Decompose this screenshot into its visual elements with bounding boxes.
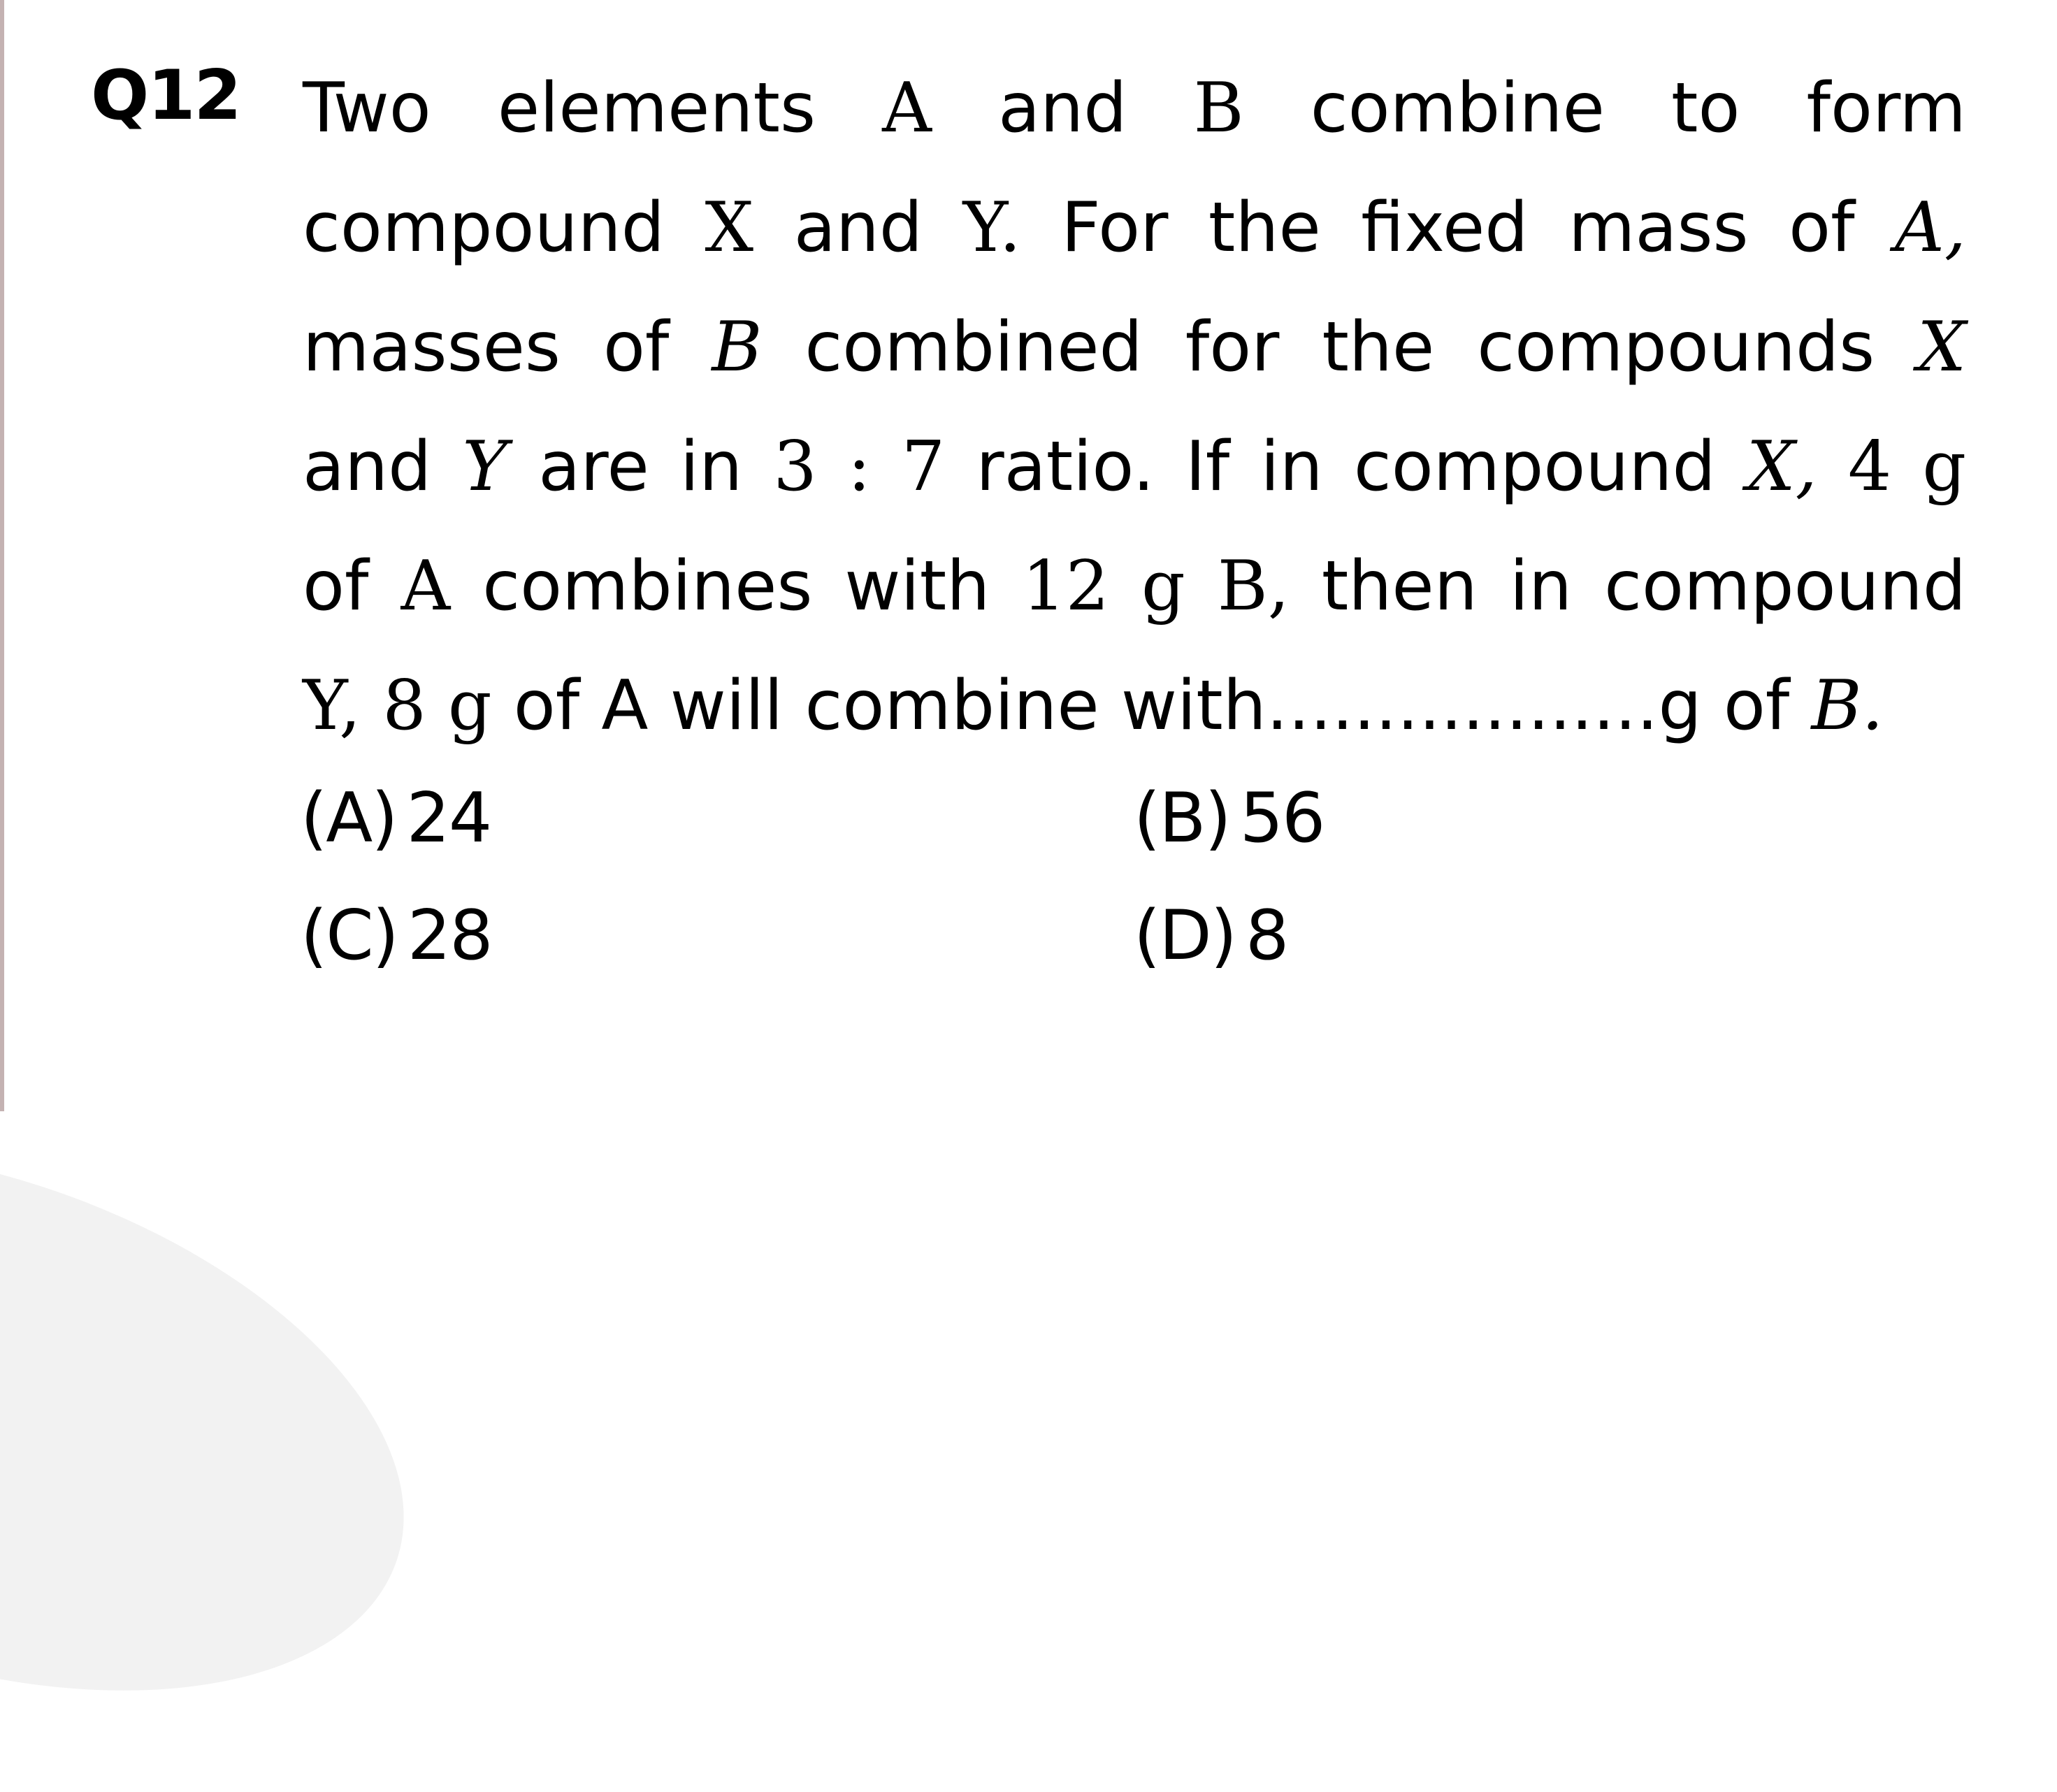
question-word: and: [793, 188, 923, 268]
math-symbol: X: [705, 188, 754, 268]
option-c[interactable]: (C) 28: [301, 902, 493, 970]
question-word: in: [1509, 547, 1573, 626]
option-label: (A): [301, 779, 398, 858]
question-word: compound: [1353, 427, 1716, 507]
question-word: If: [1185, 427, 1230, 507]
math-symbol: 4 g: [1847, 427, 1967, 507]
question-word: with: [844, 547, 990, 626]
math-symbol: 12 g B,: [1022, 547, 1290, 626]
question-line: and Y are in 3 : 7 ratio. If in compound…: [303, 407, 1966, 527]
question-word: Two: [303, 68, 431, 148]
question-word: are: [538, 427, 649, 507]
question-word: elements: [497, 68, 816, 148]
question-text: Two elements A and B combine to form comp…: [303, 49, 1966, 766]
math-symbol: X: [1917, 308, 1966, 387]
option-label: (B): [1134, 779, 1232, 858]
question-word: the: [1322, 308, 1435, 387]
option-value: 56: [1239, 779, 1326, 858]
option-d[interactable]: (D) 8: [1134, 902, 1289, 970]
option-value: 28: [407, 896, 493, 976]
question-line: masses of B combined for the compounds X: [303, 288, 1966, 407]
question-word: masses: [303, 308, 561, 387]
question-word: compounds: [1477, 308, 1875, 387]
option-value: 8: [1245, 896, 1289, 976]
math-symbol: B.: [1811, 666, 1884, 746]
math-symbol: X,: [1746, 427, 1817, 507]
question-word: to: [1671, 68, 1740, 148]
question-word: and: [998, 68, 1127, 148]
math-symbol: Y: [462, 427, 508, 507]
math-symbol: A,: [1895, 188, 1967, 268]
option-value: 24: [406, 779, 493, 858]
option-label: (C): [301, 896, 399, 976]
question-word: combined: [804, 308, 1143, 387]
question-word: combines: [482, 547, 813, 626]
question-word: for: [1185, 308, 1280, 387]
math-symbol: A: [400, 547, 451, 626]
question-word: in: [679, 427, 743, 507]
question-word: the: [1208, 188, 1321, 268]
question-word: mass: [1568, 188, 1749, 268]
question-word: of: [303, 547, 369, 626]
question-word: form: [1806, 68, 1967, 148]
question-line: of A combines with 12 g B, then in compo…: [303, 527, 1966, 646]
question-line: Two elements A and B combine to form: [303, 49, 1966, 168]
math-symbol: Y.: [962, 188, 1021, 268]
question-word: of: [602, 308, 670, 387]
question-line: compound X and Y. For the fixed mass of …: [303, 168, 1966, 288]
option-label: (D): [1134, 896, 1237, 976]
question-number: Q12: [91, 56, 242, 136]
math-symbol: 3 : 7: [773, 427, 946, 507]
question-word: and: [303, 427, 432, 507]
math-symbol: B: [712, 308, 763, 387]
question-word: of: [1789, 188, 1855, 268]
decorative-swoosh: [0, 1046, 473, 1792]
question-word: in: [1260, 427, 1323, 507]
math-symbol: A: [882, 68, 932, 148]
question-word: fixed: [1361, 188, 1529, 268]
left-border-rule: [0, 0, 4, 1111]
question-word: of A will combine with..................…: [513, 666, 1790, 746]
option-a[interactable]: (A) 24: [301, 784, 492, 853]
math-symbol: Y, 8 g: [303, 666, 492, 746]
question-word: combine: [1310, 68, 1605, 148]
question-word: ratio.: [976, 427, 1155, 507]
question-word: then: [1321, 547, 1478, 626]
option-b[interactable]: (B) 56: [1134, 784, 1325, 853]
question-line: Y, 8 g of A will combine with...........…: [303, 646, 1966, 766]
question-word: compound: [303, 188, 665, 268]
question-word: compound: [1604, 547, 1967, 626]
question-word: For: [1061, 188, 1169, 268]
math-symbol: B: [1193, 68, 1244, 148]
